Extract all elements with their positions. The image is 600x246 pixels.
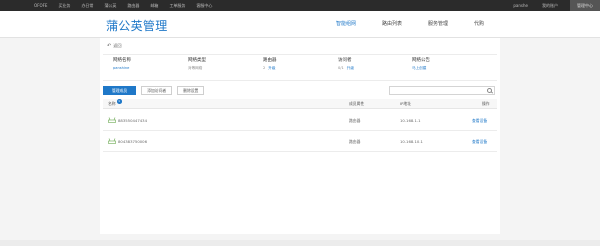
table-row: 804383750006 路由器 10.168.10.1 查看设备 xyxy=(103,131,497,152)
top-nav: OFOFE 买业务 办日常 蒲公英 路由器 邮箱 工单服务 客服中心 xyxy=(34,0,223,11)
create-notice-link[interactable]: 马上创建 xyxy=(412,66,430,71)
page-title: 蒲公英管理 xyxy=(106,19,168,33)
table-row: 883550447434 路由器 10.168.1.1 查看设备 xyxy=(103,110,497,131)
device-attr: 路由器 xyxy=(349,118,361,123)
table-header: 名称21 成员属性 IP地址 操作 xyxy=(103,99,497,109)
tab-router-list[interactable]: 路由列表 xyxy=(382,11,402,38)
router-label: 路由器 xyxy=(263,58,277,63)
router-icon xyxy=(108,138,116,144)
top-nav-item[interactable]: 蒲公英 xyxy=(104,0,116,11)
console-button[interactable]: 管理中心 xyxy=(570,0,600,11)
my-account-link[interactable]: 我的账户 xyxy=(542,0,558,11)
ip-header: IP地址 xyxy=(400,101,412,106)
visitor-block: 访问者 0/1 升级 xyxy=(338,57,354,71)
tab-service-management[interactable]: 服务管理 xyxy=(428,11,448,38)
ops-header: 操作 xyxy=(482,101,490,106)
attr-header: 成员属性 xyxy=(349,101,365,106)
divider xyxy=(103,80,497,81)
top-nav-item[interactable]: 邮箱 xyxy=(150,0,158,11)
top-nav-item[interactable]: OFOFE xyxy=(34,0,47,11)
footer xyxy=(0,240,600,246)
top-nav-item[interactable]: 客服中心 xyxy=(196,0,212,11)
action-buttons: 管理成员 添加访问者 删除设置 xyxy=(103,86,209,95)
main-nav: 智能组网 路由列表 服务管理 代购 xyxy=(333,11,510,39)
visitor-upgrade-link[interactable]: 升级 xyxy=(347,66,354,70)
visitor-label: 访问者 xyxy=(338,58,352,63)
notice-label: 网络公告 xyxy=(412,58,430,63)
name-header: 名称21 xyxy=(108,99,122,109)
search-icon[interactable] xyxy=(487,88,492,93)
top-nav-item[interactable]: 办日常 xyxy=(81,0,93,11)
delete-settings-button[interactable]: 删除设置 xyxy=(177,86,205,95)
network-name-value[interactable]: panshine xyxy=(113,66,131,70)
name-header-label: 名称 xyxy=(108,101,116,106)
back-arrow-icon: ↶ xyxy=(107,43,112,49)
count-badge: 1 xyxy=(116,99,122,104)
top-nav-item[interactable]: 工单服务 xyxy=(169,0,185,11)
back-label: 返回 xyxy=(113,43,122,48)
device-ip: 10.168.10.1 xyxy=(400,139,423,144)
network-type-value: 对等网络 xyxy=(188,66,203,70)
visitor-value-row: 0/1 升级 xyxy=(338,66,354,71)
top-nav-item[interactable]: 买业务 xyxy=(58,0,70,11)
device-ip: 10.168.1.1 xyxy=(400,118,421,123)
manage-members-button[interactable]: 管理成员 xyxy=(103,86,137,95)
network-type-block: 网络类型 对等网络 xyxy=(188,57,206,71)
notice-block: 网络公告 马上创建 xyxy=(412,57,430,71)
top-right-menu: panshe 我的账户 管理中心 xyxy=(513,0,600,11)
add-visitor-button[interactable]: 添加访问者 xyxy=(141,86,173,95)
network-name-label: 网络名称 xyxy=(113,58,131,63)
router-count: 2 xyxy=(263,66,266,70)
top-nav-item[interactable]: 路由器 xyxy=(127,0,139,11)
device-name: 804383750006 xyxy=(118,139,147,144)
view-device-link[interactable]: 查看设备 xyxy=(472,131,487,152)
divider xyxy=(103,54,497,55)
router-block: 路由器 2 升级 xyxy=(263,57,277,71)
device-attr: 路由器 xyxy=(349,139,361,144)
network-info: 网络名称 panshine 网络类型 对等网络 路由器 2 升级 访问者 0/1 升… xyxy=(103,57,497,77)
tab-purchase[interactable]: 代购 xyxy=(474,11,484,38)
back-link[interactable]: ↶ 返回 xyxy=(107,43,122,49)
network-name-block: 网络名称 panshine xyxy=(113,57,131,70)
main-panel: ↶ 返回 网络名称 panshine 网络类型 对等网络 路由器 2 升级 访问者… xyxy=(100,38,500,234)
visitor-count: 0/1 xyxy=(338,66,344,70)
view-device-link[interactable]: 查看设备 xyxy=(472,110,487,131)
device-search xyxy=(389,86,495,105)
header: 蒲公英管理 智能组网 路由列表 服务管理 代购 xyxy=(0,11,600,39)
router-icon xyxy=(108,117,116,123)
device-name: 883550447434 xyxy=(118,118,147,123)
user-menu[interactable]: panshe xyxy=(513,0,528,11)
router-upgrade-link[interactable]: 升级 xyxy=(268,66,275,70)
tab-smart-network[interactable]: 智能组网 xyxy=(333,11,359,39)
router-value-row: 2 升级 xyxy=(263,66,277,71)
network-type-label: 网络类型 xyxy=(188,58,206,63)
